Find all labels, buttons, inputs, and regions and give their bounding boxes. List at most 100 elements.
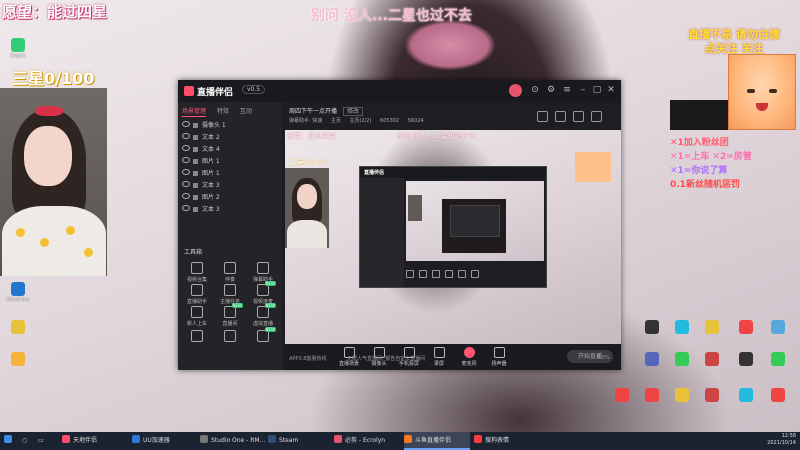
edit-title-button[interactable]: 修改 — [342, 107, 363, 116]
eye-icon[interactable] — [182, 121, 190, 127]
app-icon — [404, 435, 412, 443]
tool-button[interactable]: 视频合集 — [182, 262, 212, 283]
desktop-icon[interactable] — [636, 352, 668, 367]
layer-item[interactable]: 文本 3 — [182, 180, 276, 192]
minimize-icon[interactable]: – — [578, 85, 588, 95]
tool-button[interactable]: 新人上车 — [182, 306, 212, 327]
share-icon[interactable] — [591, 111, 602, 122]
desktop-icon[interactable] — [666, 388, 698, 403]
desktop-icon[interactable] — [730, 352, 762, 367]
record-icon[interactable] — [555, 111, 566, 122]
eye-icon[interactable] — [182, 133, 190, 139]
app-version-badge[interactable]: v0.5 — [242, 85, 266, 94]
eye-icon[interactable] — [182, 169, 190, 175]
app-icon — [62, 435, 70, 443]
taskbar-app-active[interactable]: 斗鱼直播伴侣 — [404, 432, 470, 450]
tool-label: 直播间 — [222, 321, 238, 327]
app-icon — [739, 320, 753, 334]
user-avatar[interactable] — [509, 84, 522, 97]
start-button[interactable] — [4, 432, 18, 450]
desktop-icon[interactable]: Copy1 — [2, 38, 34, 59]
nested-control-icon — [432, 270, 440, 278]
desktop-icon[interactable] — [606, 388, 638, 403]
eye-icon[interactable] — [182, 193, 190, 199]
menu-icon[interactable]: ≡ — [562, 85, 572, 95]
task-view-icon: ▭ — [38, 437, 44, 444]
app-icon — [645, 388, 659, 402]
settings-icon[interactable]: ⚙ — [546, 85, 556, 95]
desktop-icon[interactable] — [762, 320, 794, 335]
desktop-icon-label: Onedrive — [6, 297, 30, 303]
taskbar-app[interactable]: Studio One - RM... — [200, 432, 266, 450]
desktop-icon[interactable] — [666, 320, 698, 335]
app-icon — [645, 320, 659, 334]
desktop-icon[interactable] — [730, 388, 762, 403]
tool-icon — [191, 262, 203, 274]
eye-icon[interactable] — [182, 157, 190, 163]
tool-button[interactable]: NEW 虚拟直播 — [248, 303, 278, 327]
maximize-icon[interactable]: ▢ — [592, 85, 602, 95]
taskbar-app[interactable]: 必剪 - Ecrolyn — [334, 432, 400, 450]
layer-label: 图片 1 — [202, 158, 220, 165]
desktop-icon[interactable] — [2, 352, 34, 367]
desktop-icon[interactable] — [730, 320, 762, 335]
search-button[interactable]: ○ — [22, 432, 36, 450]
taskbar-app[interactable]: 天地伴侣 — [62, 432, 128, 450]
tool-button[interactable]: 伴奏 — [215, 262, 245, 283]
notification-icon[interactable]: ⊙ — [530, 85, 540, 95]
cloud-icon — [11, 282, 25, 296]
desktop-icon[interactable] — [636, 388, 668, 403]
eye-icon[interactable] — [182, 181, 190, 187]
taskbar-app[interactable]: 搜狗表情 — [474, 432, 534, 450]
app-icon — [675, 352, 689, 366]
desktop-icon[interactable]: Onedrive — [2, 282, 34, 303]
desktop-icon[interactable] — [2, 320, 34, 335]
desktop-icon[interactable] — [762, 388, 794, 403]
tool-button[interactable]: 直播助手 — [182, 284, 212, 305]
layer-item[interactable]: 文本 3 — [182, 204, 276, 216]
tab-effects[interactable]: 特效 — [217, 108, 229, 115]
desktop-icon[interactable] — [762, 352, 794, 367]
anime-mouth — [756, 103, 768, 111]
layer-item[interactable]: 文本 4 — [182, 144, 276, 156]
tool-button[interactable]: 主播任务 — [215, 284, 245, 305]
tool-button[interactable]: 弹幕助手 — [248, 262, 278, 283]
tool-button[interactable]: NEW 直播间 — [215, 303, 245, 327]
layer-item[interactable]: 摄像头 1 — [182, 120, 276, 132]
layer-item[interactable]: 图片 2 — [182, 192, 276, 204]
shirt-pattern — [84, 248, 93, 257]
nested-app-name: 直播伴侣 — [364, 170, 385, 176]
tool-button[interactable] — [182, 330, 212, 344]
layer-item[interactable]: 图片 1 — [182, 168, 276, 180]
desktop-icon[interactable] — [636, 320, 668, 335]
stream-preview[interactable]: 愿望：能过四星 别问 没人...二星也过不去 三星0/100 直播伴侣 — [285, 130, 621, 344]
desktop-icon[interactable] — [696, 320, 728, 335]
desktop-icon[interactable] — [666, 352, 698, 367]
tool-label: 视频合集 — [186, 277, 207, 283]
layer-type-icon — [193, 159, 198, 164]
layer-item[interactable]: 文本 2 — [182, 132, 276, 144]
screenshot-icon[interactable] — [573, 111, 584, 122]
layer-label: 文本 2 — [202, 134, 220, 141]
task-view-button[interactable]: ▭ — [38, 432, 52, 450]
desktop-icon[interactable] — [696, 352, 728, 367]
tab-interact[interactable]: 互动 — [240, 108, 252, 115]
tab-scenes[interactable]: 场景管理 — [182, 108, 207, 117]
eye-icon[interactable] — [182, 145, 190, 151]
close-icon[interactable]: ✕ — [606, 85, 616, 95]
preview-anime-avatar — [575, 152, 611, 182]
eye-icon[interactable] — [182, 205, 190, 211]
system-clock[interactable]: 12:58 2021/10/14 — [767, 433, 796, 447]
taskbar-app[interactable]: Steam — [268, 432, 330, 450]
layer-item[interactable]: 图片 1 — [182, 156, 276, 168]
layout-icon[interactable] — [537, 111, 548, 122]
app-icon — [739, 352, 753, 366]
taskbar-app[interactable]: UU加速器 — [132, 432, 198, 450]
desktop-icon[interactable] — [696, 388, 728, 403]
overlay-star-counter: 三星0/100 — [12, 69, 95, 88]
app-icon — [705, 388, 719, 402]
layer-label: 文本 3 — [202, 206, 220, 213]
tool-button[interactable]: NEW — [248, 327, 278, 344]
tool-button[interactable] — [215, 330, 245, 344]
tool-button[interactable]: NEW 视频连麦 — [248, 281, 278, 305]
